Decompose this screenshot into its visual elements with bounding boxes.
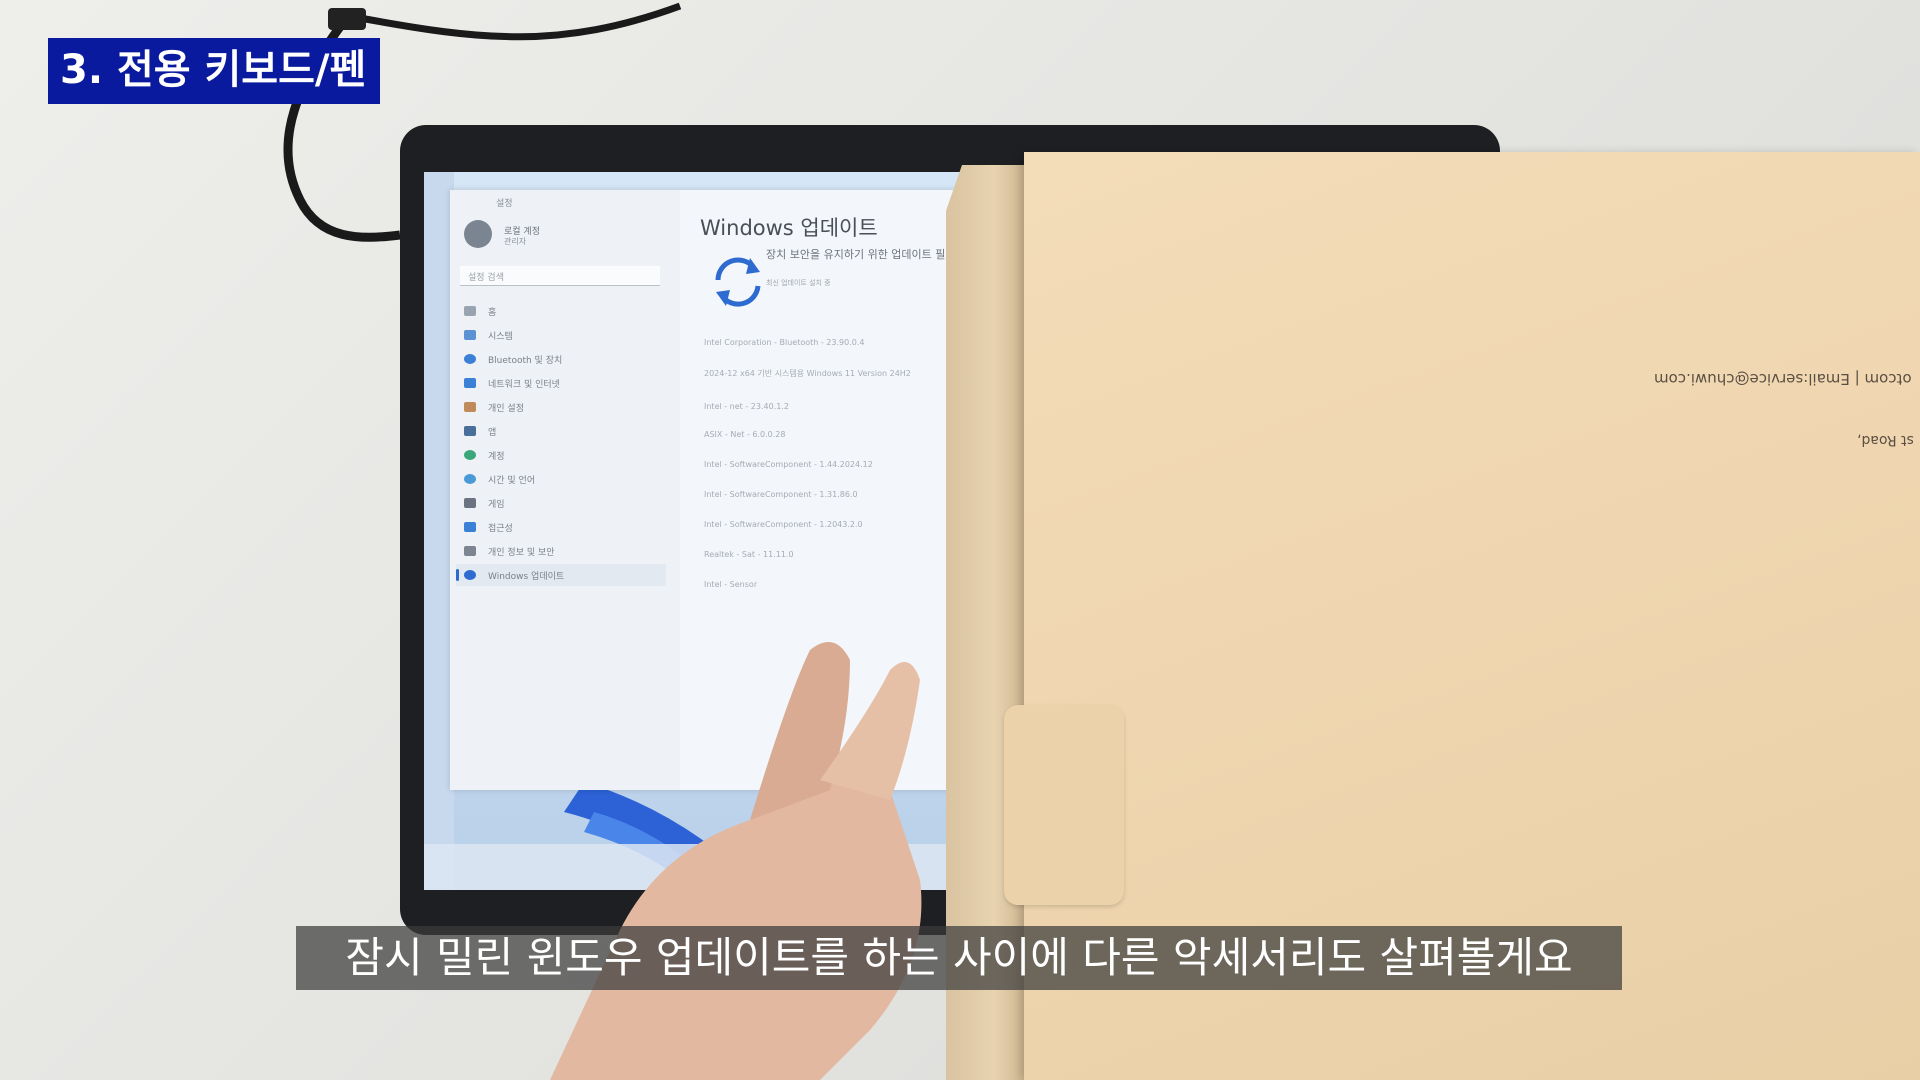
nav-item-label: 시스템: [488, 331, 513, 342]
update-row: Intel - Sensor: [704, 580, 758, 589]
update-row: Realtek - Sat - 11.11.0: [704, 550, 794, 559]
bluetooth-icon: [464, 354, 476, 364]
wifi-icon: [464, 378, 476, 388]
settings-search-input[interactable]: 설정 검색: [460, 266, 660, 286]
video-subtitle: 잠시 밀린 윈도우 업데이트를 하는 사이에 다른 악세서리도 살펴볼게요: [296, 926, 1622, 990]
window-title: 설정: [496, 199, 513, 209]
nav-item-personalization[interactable]: 개인 설정: [456, 396, 666, 418]
nav-item-bluetooth[interactable]: Bluetooth 및 장치: [456, 348, 666, 370]
nav-item-network[interactable]: 네트워크 및 인터넷: [456, 372, 666, 394]
update-status-subtext: 최신 업데이트 설치 중: [766, 279, 831, 287]
home-icon: [464, 306, 476, 316]
nav-item-label: 홈: [488, 307, 497, 318]
nav-item-label: 앱: [488, 427, 497, 438]
nav-item-label: 계정: [488, 451, 505, 462]
update-row: Intel - SoftwareComponent - 1.2043.2.0: [704, 520, 863, 529]
update-row: Intel Corporation - Bluetooth - 23.90.0.…: [704, 338, 865, 347]
nav-item-label: 접근성: [488, 523, 513, 534]
gamepad-icon: [464, 498, 476, 508]
hand: [550, 642, 922, 1080]
update-row: Intel - SoftwareComponent - 1.44.2024.12: [704, 460, 873, 469]
update-row: Intel - net - 23.40.1.2: [704, 402, 789, 411]
person-icon: [464, 450, 476, 460]
avatar[interactable]: [464, 220, 492, 248]
nav-item-label: Windows 업데이트: [488, 571, 565, 582]
envelope-printed-text-2: st Road,: [1857, 432, 1914, 448]
nav-item-accessibility[interactable]: 접근성: [456, 516, 666, 538]
nav-item-apps[interactable]: 앱: [456, 420, 666, 442]
update-status-text: 장치 보안을 유지하기 위한 업데이트 필요: [766, 248, 956, 261]
nav-item-accounts[interactable]: 계정: [456, 444, 666, 466]
sync-icon: [715, 257, 761, 307]
nav-item-label: 시간 및 언어: [488, 475, 536, 486]
update-row: Intel - SoftwareComponent - 1.31.86.0: [704, 490, 858, 499]
page-title: Windows 업데이트: [700, 216, 878, 240]
nav-item-home[interactable]: 홈: [456, 300, 666, 322]
nav-item-windows-update[interactable]: Windows 업데이트: [456, 564, 666, 586]
update-icon: [464, 570, 476, 580]
accessibility-icon: [464, 522, 476, 532]
nav-item-time-language[interactable]: 시간 및 언어: [456, 468, 666, 490]
pen-icon: [464, 402, 476, 412]
nav-item-label: 개인 설정: [488, 403, 524, 414]
nav-item-label: 게임: [488, 499, 505, 510]
monitor-icon: [464, 330, 476, 340]
globe-icon: [464, 474, 476, 484]
account-type: 관리자: [504, 237, 527, 246]
nav-item-label: Bluetooth 및 장치: [488, 355, 563, 366]
envelope-printed-text: otcom | Email:service@chuwi.com: [1654, 370, 1912, 388]
nav-item-label: 개인 정보 및 보안: [488, 547, 555, 558]
nav-item-privacy[interactable]: 개인 정보 및 보안: [456, 540, 666, 562]
update-row: ASIX - Net - 6.0.0.28: [704, 430, 786, 439]
shield-icon: [464, 546, 476, 556]
nav-item-gaming[interactable]: 게임: [456, 492, 666, 514]
update-row: 2024-12 x64 기반 시스템용 Windows 11 Version 2…: [704, 369, 911, 378]
chapter-title-badge: 3. 전용 키보드/펜: [48, 38, 381, 104]
nav-item-label: 네트워크 및 인터넷: [488, 379, 560, 390]
nav-item-system[interactable]: 시스템: [456, 324, 666, 346]
apps-icon: [464, 426, 476, 436]
